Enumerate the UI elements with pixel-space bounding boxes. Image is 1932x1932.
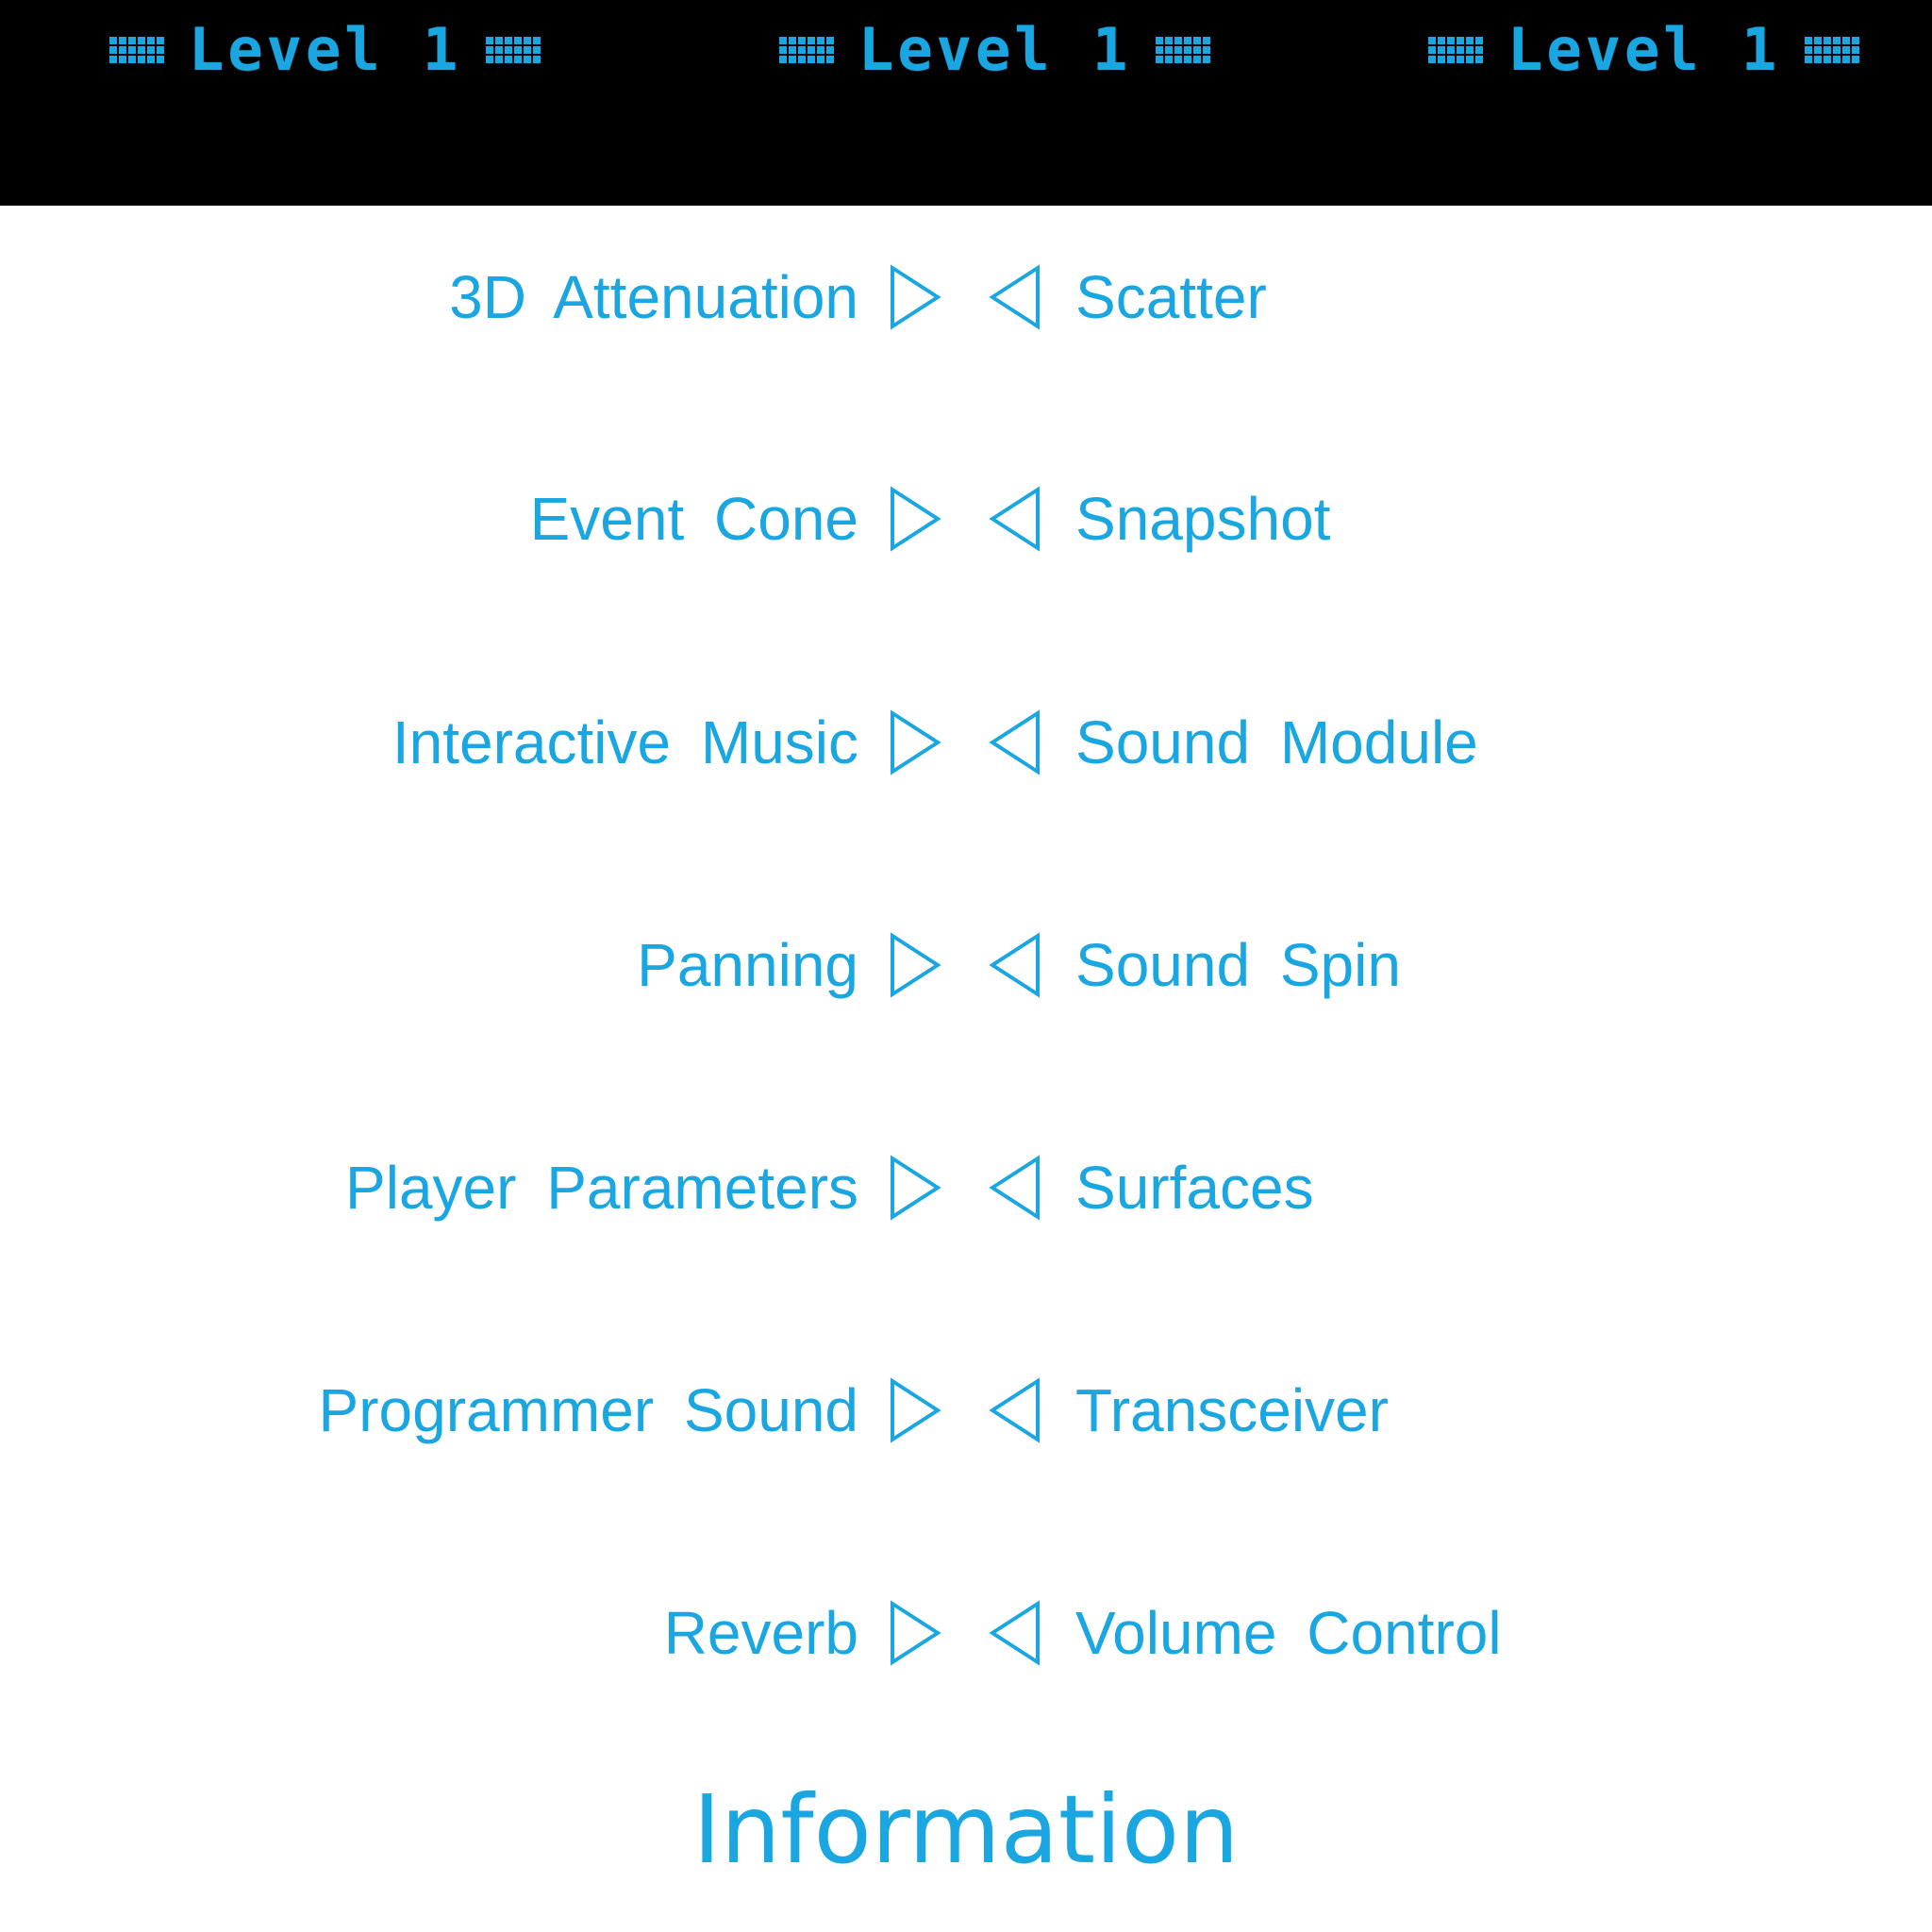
menu-row: Reverb Volume Control xyxy=(0,1591,1932,1675)
information-button[interactable]: Information xyxy=(0,1774,1932,1887)
dot-matrix-icon xyxy=(109,37,164,63)
triangle-left-icon[interactable] xyxy=(989,486,1041,552)
triangle-right-icon[interactable] xyxy=(889,264,941,330)
menu-item-right[interactable]: Sound Module xyxy=(1075,700,1478,785)
dot-matrix-icon xyxy=(1156,37,1211,63)
menu-item-left[interactable]: 3D Attenuation xyxy=(449,255,858,340)
triangle-right-icon[interactable] xyxy=(889,1377,941,1443)
level-header-bar: Level 1 Level 1 Level 1 xyxy=(0,0,1932,206)
menu-item-left[interactable]: Event Cone xyxy=(530,476,858,561)
dot-matrix-icon xyxy=(1805,37,1860,63)
menu-row: Interactive Music Sound Module xyxy=(0,700,1932,785)
menu-item-left[interactable]: Reverb xyxy=(664,1591,858,1675)
menu-row: Event Cone Snapshot xyxy=(0,476,1932,561)
level-indicator: Level 1 xyxy=(779,15,1211,84)
level-text: Level 1 xyxy=(858,15,1132,84)
menu-row: Player Parameters Surfaces xyxy=(0,1145,1932,1230)
level-indicator: Level 1 xyxy=(109,17,541,83)
triangle-right-icon[interactable] xyxy=(889,1155,941,1221)
menu-row: 3D Attenuation Scatter xyxy=(0,255,1932,340)
menu-item-right[interactable]: Transceiver xyxy=(1075,1368,1389,1453)
dot-matrix-icon xyxy=(779,37,834,63)
menu-item-right[interactable]: Snapshot xyxy=(1075,476,1330,561)
triangle-left-icon[interactable] xyxy=(989,264,1041,330)
menu-row: Panning Sound Spin xyxy=(0,923,1932,1008)
triangle-right-icon[interactable] xyxy=(889,1600,941,1666)
menu-item-right[interactable]: Sound Spin xyxy=(1075,923,1401,1008)
triangle-right-icon[interactable] xyxy=(889,932,941,998)
menu-item-left[interactable]: Player Parameters xyxy=(345,1145,858,1230)
menu-item-left[interactable]: Programmer Sound xyxy=(319,1368,858,1453)
triangle-left-icon[interactable] xyxy=(989,1155,1041,1221)
triangle-left-icon[interactable] xyxy=(989,709,1041,775)
level-text: Level 1 xyxy=(189,15,462,84)
level-text: Level 1 xyxy=(1507,15,1781,84)
level-indicator: Level 1 xyxy=(1428,15,1860,84)
dot-matrix-icon xyxy=(486,37,541,63)
dot-matrix-icon xyxy=(1428,37,1483,63)
game-menu-screen: Level 1 Level 1 Level 1 3D Attenuation S… xyxy=(0,0,1932,1932)
triangle-right-icon[interactable] xyxy=(889,486,941,552)
menu-row: Programmer Sound Transceiver xyxy=(0,1368,1932,1453)
triangle-left-icon[interactable] xyxy=(989,1600,1041,1666)
menu-item-right[interactable]: Volume Control xyxy=(1075,1591,1502,1675)
triangle-left-icon[interactable] xyxy=(989,1377,1041,1443)
triangle-left-icon[interactable] xyxy=(989,932,1041,998)
triangle-right-icon[interactable] xyxy=(889,709,941,775)
menu-item-left[interactable]: Panning xyxy=(637,923,858,1008)
menu-item-right[interactable]: Surfaces xyxy=(1075,1145,1314,1230)
menu-item-right[interactable]: Scatter xyxy=(1075,255,1267,340)
menu-item-left[interactable]: Interactive Music xyxy=(392,700,858,785)
